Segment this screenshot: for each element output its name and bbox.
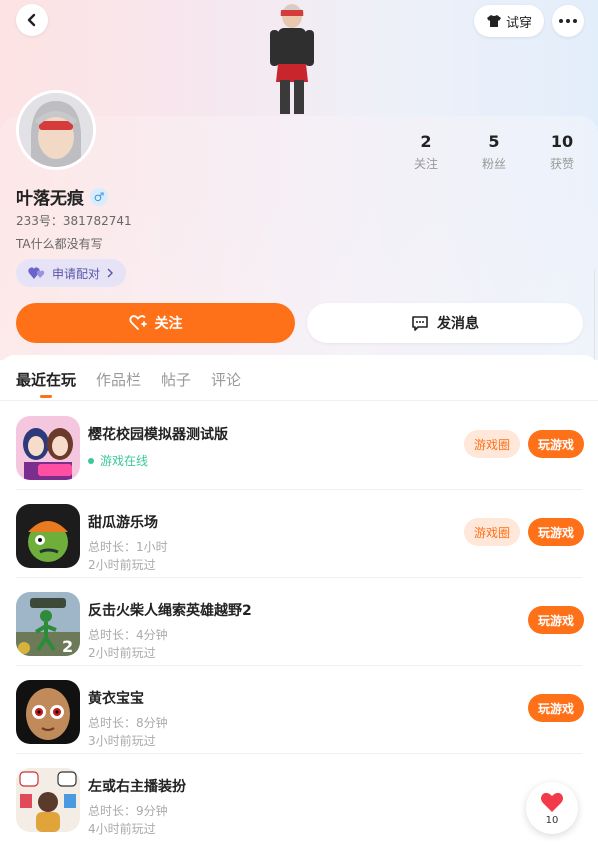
stat-likes[interactable]: 10 获赞 bbox=[532, 132, 592, 172]
apply-match-label: 申请配对 bbox=[51, 266, 100, 281]
left-or-right-dressup-icon bbox=[16, 768, 80, 832]
last-played: 2小时前玩过 bbox=[88, 558, 156, 572]
username-row: 叶落无痕 ♂ bbox=[16, 184, 108, 209]
apply-match-button[interactable]: 申请配对 bbox=[16, 259, 126, 287]
play-game-button[interactable]: 玩游戏 bbox=[528, 694, 584, 722]
play-duration: 总时长：9分钟 bbox=[88, 804, 168, 818]
chevron-right-icon bbox=[107, 268, 113, 278]
heart-icon bbox=[541, 792, 563, 812]
tab-comments[interactable]: 评论 bbox=[211, 369, 241, 390]
tab-recently-played[interactable]: 最近在玩 bbox=[16, 369, 76, 390]
last-played: 2小时前玩过 bbox=[88, 646, 156, 660]
online-status: 游戏在线 bbox=[88, 452, 148, 469]
play-game-button[interactable]: 玩游戏 bbox=[528, 430, 584, 458]
stat-followers[interactable]: 5 粉丝 bbox=[464, 132, 524, 172]
tabs-divider bbox=[0, 400, 598, 401]
active-tab-indicator bbox=[40, 395, 52, 398]
tab-works[interactable]: 作品栏 bbox=[96, 369, 141, 390]
play-game-button[interactable]: 玩游戏 bbox=[528, 606, 584, 634]
back-button[interactable] bbox=[16, 4, 48, 36]
bio: TA什么都没有写 bbox=[16, 237, 103, 251]
online-status-label: 游戏在线 bbox=[100, 454, 149, 468]
follow-label: 关注 bbox=[154, 316, 183, 332]
try-on-label: 试穿 bbox=[505, 15, 532, 31]
send-message-label: 发消息 bbox=[437, 316, 479, 332]
game-title: 左或右主播装扮 bbox=[88, 779, 186, 795]
chevron-left-icon bbox=[27, 13, 36, 27]
game-row[interactable]: 黄衣宝宝 总时长：8分钟 3小时前玩过 玩游戏 bbox=[0, 666, 598, 754]
like-floating-button[interactable]: 10 bbox=[526, 782, 578, 834]
following-count: 2 bbox=[420, 132, 432, 151]
try-on-button[interactable]: 试穿 bbox=[474, 5, 544, 37]
game-row[interactable]: 樱花校园模拟器测试版 游戏在线 游戏圈 玩游戏 bbox=[0, 402, 598, 490]
stat-following[interactable]: 2 关注 bbox=[396, 132, 456, 172]
play-duration: 总时长：4分钟 bbox=[88, 628, 168, 642]
play-game-button[interactable]: 玩游戏 bbox=[528, 518, 584, 546]
tshirt-icon bbox=[486, 15, 501, 27]
like-count: 10 bbox=[545, 814, 559, 826]
stickman-rope-hero-icon: 2 bbox=[16, 592, 80, 656]
svg-text:2: 2 bbox=[62, 637, 73, 656]
sakura-school-icon bbox=[16, 416, 80, 480]
game-title: 反击火柴人绳索英雄越野2 bbox=[88, 603, 252, 619]
play-duration: 总时长：1小时 bbox=[88, 540, 168, 554]
game-title: 甜瓜游乐场 bbox=[88, 515, 158, 531]
user-id: 233号：381782741 bbox=[16, 214, 132, 228]
heart-plus-icon bbox=[128, 315, 147, 330]
male-gender-icon: ♂ bbox=[90, 187, 108, 206]
more-options-button[interactable] bbox=[552, 5, 584, 37]
avatar[interactable] bbox=[16, 90, 96, 170]
hearts-icon bbox=[28, 267, 45, 279]
chat-bubble-icon bbox=[412, 316, 428, 331]
username: 叶落无痕 bbox=[16, 189, 84, 209]
tab-posts[interactable]: 帖子 bbox=[161, 369, 191, 390]
following-label: 关注 bbox=[413, 157, 438, 171]
more-dots-icon bbox=[559, 19, 577, 23]
avatar-character-figure bbox=[270, 4, 314, 114]
game-title: 黄衣宝宝 bbox=[88, 691, 144, 707]
game-row[interactable]: 左或右主播装扮 总时长：9分钟 4小时前玩过 bbox=[0, 754, 598, 842]
send-message-button[interactable]: 发消息 bbox=[307, 303, 583, 343]
followers-label: 粉丝 bbox=[481, 157, 506, 171]
game-row[interactable]: 2 反击火柴人绳索英雄越野2 总时长：4分钟 2小时前玩过 玩游戏 bbox=[0, 578, 598, 666]
likes-count: 10 bbox=[550, 132, 574, 151]
melon-playground-icon bbox=[16, 504, 80, 568]
follow-button[interactable]: 关注 bbox=[16, 303, 295, 343]
play-duration: 总时长：8分钟 bbox=[88, 716, 168, 730]
avatar-image bbox=[19, 93, 93, 167]
last-played: 4小时前玩过 bbox=[88, 822, 156, 836]
game-title: 樱花校园模拟器测试版 bbox=[88, 427, 228, 443]
game-circle-button[interactable]: 游戏圈 bbox=[464, 430, 520, 458]
online-dot-icon bbox=[88, 457, 94, 464]
content-panel: 最近在玩 作品栏 帖子 评论 樱花校园模拟器测试版 游戏在线 游戏圈 玩游戏 甜… bbox=[0, 355, 598, 847]
likes-label: 获赞 bbox=[549, 157, 574, 171]
baby-in-yellow-icon bbox=[16, 680, 80, 744]
game-row[interactable]: 甜瓜游乐场 总时长：1小时 2小时前玩过 游戏圈 玩游戏 bbox=[0, 490, 598, 578]
last-played: 3小时前玩过 bbox=[88, 734, 156, 748]
followers-count: 5 bbox=[488, 132, 500, 151]
game-circle-button[interactable]: 游戏圈 bbox=[464, 518, 520, 546]
